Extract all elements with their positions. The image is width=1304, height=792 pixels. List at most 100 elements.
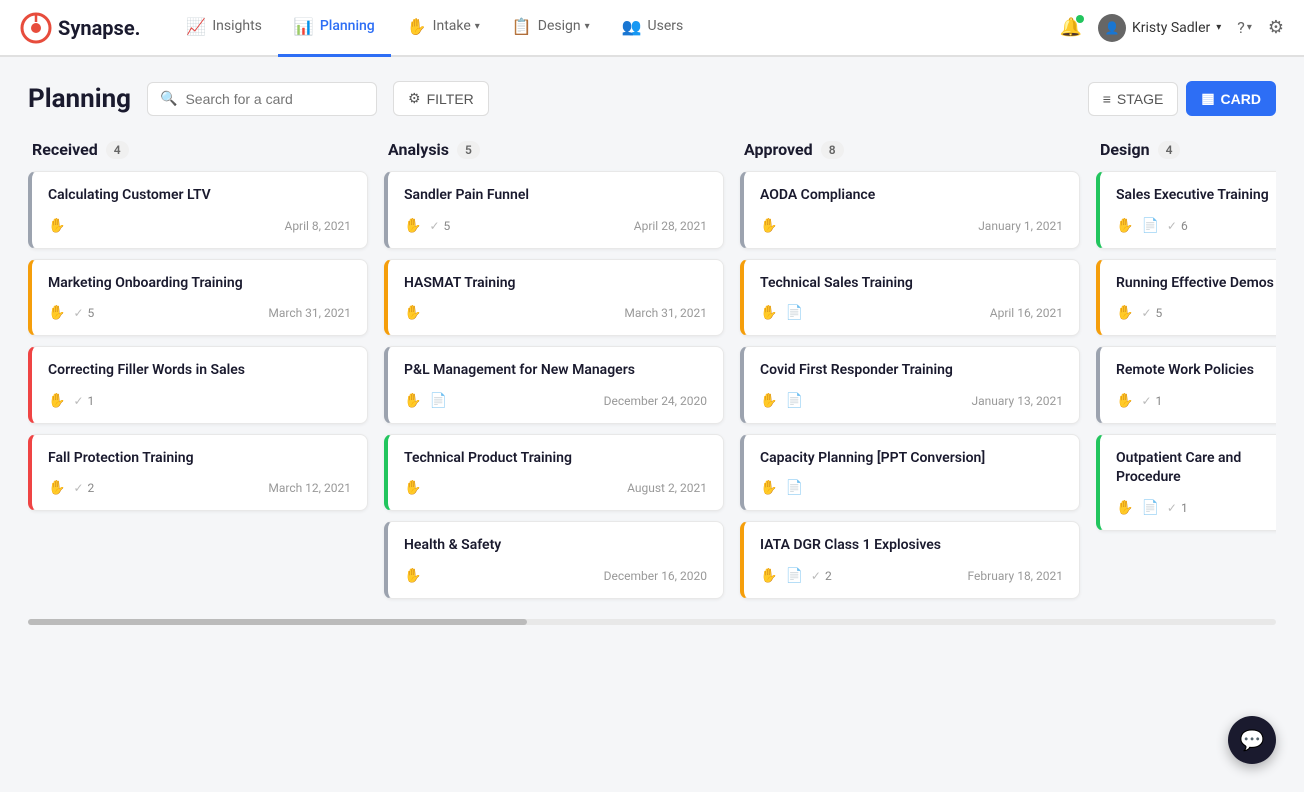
- badge-count: 5: [88, 306, 95, 320]
- tab-design[interactable]: 📋 Design ▾: [496, 0, 606, 57]
- card-outpatient-care[interactable]: Outpatient Care and Procedure ✋ 📄 ✓ 1 De: [1096, 434, 1276, 531]
- card-title: Running Effective Demos: [1116, 274, 1276, 294]
- stage-view-icon: ≡: [1103, 91, 1111, 107]
- card-technical-sales-training[interactable]: Technical Sales Training ✋ 📄 April 16, 2…: [740, 259, 1080, 337]
- card-date: December 16, 2020: [604, 569, 707, 583]
- check-icon: ✓: [1141, 394, 1151, 408]
- card-health-safety[interactable]: Health & Safety ✋ December 16, 2020: [384, 521, 724, 599]
- doc-icon: 📄: [785, 480, 802, 496]
- search-bar: 🔍: [147, 82, 377, 116]
- card-calculating-customer-ltv[interactable]: Calculating Customer LTV ✋ April 8, 2021: [28, 171, 368, 249]
- card-hasmat-training[interactable]: HASMAT Training ✋ March 31, 2021: [384, 259, 724, 337]
- filter-button[interactable]: ⚙ FILTER: [393, 81, 489, 116]
- card-title: Correcting Filler Words in Sales: [48, 361, 351, 381]
- design-cards-list: Sales Executive Training ✋ 📄 ✓ 6 De Runn…: [1096, 171, 1276, 531]
- board-scrollbar[interactable]: [28, 619, 1276, 625]
- tab-intake[interactable]: ✋ Intake ▾: [391, 0, 496, 57]
- column-design-header: Design 4: [1096, 140, 1276, 159]
- search-input[interactable]: [185, 91, 364, 107]
- card-title: Remote Work Policies: [1116, 361, 1276, 381]
- board: Received 4 Calculating Customer LTV ✋ Ap…: [28, 140, 1276, 611]
- card-footer: ✋ 📄 ✓ 6 De: [1116, 218, 1276, 234]
- column-analysis-header: Analysis 5: [384, 140, 724, 159]
- card-date: January 1, 2021: [978, 219, 1063, 233]
- help-button[interactable]: ? ▾: [1237, 18, 1252, 37]
- user-menu-button[interactable]: 👤 Kristy Sadler ▾: [1098, 14, 1221, 42]
- hand-icon: ✋: [404, 568, 421, 584]
- chat-button[interactable]: 💬: [1228, 716, 1276, 764]
- column-approved-header: Approved 8: [740, 140, 1080, 159]
- doc-icon: 📄: [1141, 218, 1158, 234]
- hand-icon: ✋: [760, 568, 777, 584]
- filter-icon: ⚙: [408, 90, 421, 107]
- card-footer: ✋ ✓ 1 De: [1116, 393, 1276, 409]
- card-meta: ✓ 1: [1141, 394, 1162, 408]
- tab-insights-label: Insights: [212, 18, 262, 34]
- help-icon: ?: [1237, 18, 1245, 37]
- column-analysis: Analysis 5 Sandler Pain Funnel ✋ ✓ 5 Apr…: [384, 140, 724, 599]
- intake-icon: ✋: [407, 17, 427, 36]
- card-footer: ✋ 📄 ✓ 2 February 18, 2021: [760, 568, 1063, 584]
- notification-button[interactable]: 🔔: [1060, 17, 1082, 38]
- page-content: Planning 🔍 ⚙ FILTER ≡ STAGE ▦ CARD Recei…: [0, 57, 1304, 649]
- tab-intake-label: Intake: [433, 18, 471, 34]
- card-date: April 16, 2021: [990, 306, 1063, 320]
- column-analysis-count: 5: [457, 141, 480, 159]
- card-title: Sales Executive Training: [1116, 186, 1276, 206]
- tab-design-label-group: Design ▾: [538, 18, 590, 34]
- doc-icon: 📄: [785, 305, 802, 321]
- tab-insights[interactable]: 📈 Insights: [170, 0, 277, 57]
- card-sales-executive-training[interactable]: Sales Executive Training ✋ 📄 ✓ 6 De: [1096, 171, 1276, 249]
- card-view-button[interactable]: ▦ CARD: [1186, 81, 1276, 116]
- logo-text: Synapse.: [58, 16, 140, 40]
- hand-icon: ✋: [760, 393, 777, 409]
- card-date: December 24, 2020: [604, 394, 707, 408]
- card-sandler-pain-funnel[interactable]: Sandler Pain Funnel ✋ ✓ 5 April 28, 2021: [384, 171, 724, 249]
- card-marketing-onboarding[interactable]: Marketing Onboarding Training ✋ ✓ 5 Marc…: [28, 259, 368, 337]
- stage-view-button[interactable]: ≡ STAGE: [1088, 82, 1179, 116]
- check-icon: ✓: [811, 569, 821, 583]
- card-date: January 13, 2021: [971, 394, 1063, 408]
- card-footer: ✋ 📄: [760, 480, 1063, 496]
- badge-count: 5: [444, 219, 451, 233]
- column-received: Received 4 Calculating Customer LTV ✋ Ap…: [28, 140, 368, 599]
- approved-cards-list: AODA Compliance ✋ January 1, 2021 Techni…: [740, 171, 1080, 599]
- card-fall-protection[interactable]: Fall Protection Training ✋ ✓ 2 March 12,…: [28, 434, 368, 512]
- check-icon: ✓: [73, 481, 83, 495]
- card-title: Technical Sales Training: [760, 274, 1063, 294]
- app-logo[interactable]: Synapse.: [20, 12, 140, 44]
- insights-icon: 📈: [186, 17, 206, 36]
- column-received-count: 4: [106, 141, 129, 159]
- card-capacity-planning[interactable]: Capacity Planning [PPT Conversion] ✋ 📄: [740, 434, 1080, 512]
- navbar: Synapse. 📈 Insights 📊 Planning ✋ Intake …: [0, 0, 1304, 56]
- user-name: Kristy Sadler: [1132, 20, 1210, 36]
- card-title: HASMAT Training: [404, 274, 707, 294]
- card-date: March 31, 2021: [624, 306, 707, 320]
- card-footer: ✋ August 2, 2021: [404, 480, 707, 496]
- card-label: CARD: [1221, 91, 1261, 107]
- tab-planning-label: Planning: [320, 18, 375, 34]
- card-covid-first-responder[interactable]: Covid First Responder Training ✋ 📄 Janua…: [740, 346, 1080, 424]
- hand-icon: ✋: [404, 393, 421, 409]
- column-approved: Approved 8 AODA Compliance ✋ January 1, …: [740, 140, 1080, 599]
- navbar-right: 🔔 👤 Kristy Sadler ▾ ? ▾ ⚙: [1060, 14, 1284, 42]
- card-date: March 12, 2021: [268, 481, 351, 495]
- column-received-title: Received: [32, 140, 98, 159]
- card-aoda-compliance[interactable]: AODA Compliance ✋ January 1, 2021: [740, 171, 1080, 249]
- card-date: April 8, 2021: [284, 219, 351, 233]
- settings-button[interactable]: ⚙: [1268, 17, 1284, 38]
- card-pl-management[interactable]: P&L Management for New Managers ✋ 📄 Dece…: [384, 346, 724, 424]
- logo-icon: [20, 12, 52, 44]
- card-correcting-filler-words[interactable]: Correcting Filler Words in Sales ✋ ✓ 1: [28, 346, 368, 424]
- card-footer: ✋ April 8, 2021: [48, 218, 351, 234]
- card-meta: ✓ 6: [1167, 219, 1188, 233]
- check-icon: ✓: [1167, 501, 1177, 515]
- column-design-count: 4: [1158, 141, 1181, 159]
- tab-planning[interactable]: 📊 Planning: [278, 0, 391, 57]
- card-remote-work-policies[interactable]: Remote Work Policies ✋ ✓ 1 De: [1096, 346, 1276, 424]
- card-iata-dgr[interactable]: IATA DGR Class 1 Explosives ✋ 📄 ✓ 2 Febr…: [740, 521, 1080, 599]
- card-running-effective-demos[interactable]: Running Effective Demos ✋ ✓ 5: [1096, 259, 1276, 337]
- card-technical-product-training[interactable]: Technical Product Training ✋ August 2, 2…: [384, 434, 724, 512]
- tab-users[interactable]: 👥 Users: [606, 0, 700, 57]
- doc-icon: 📄: [429, 393, 446, 409]
